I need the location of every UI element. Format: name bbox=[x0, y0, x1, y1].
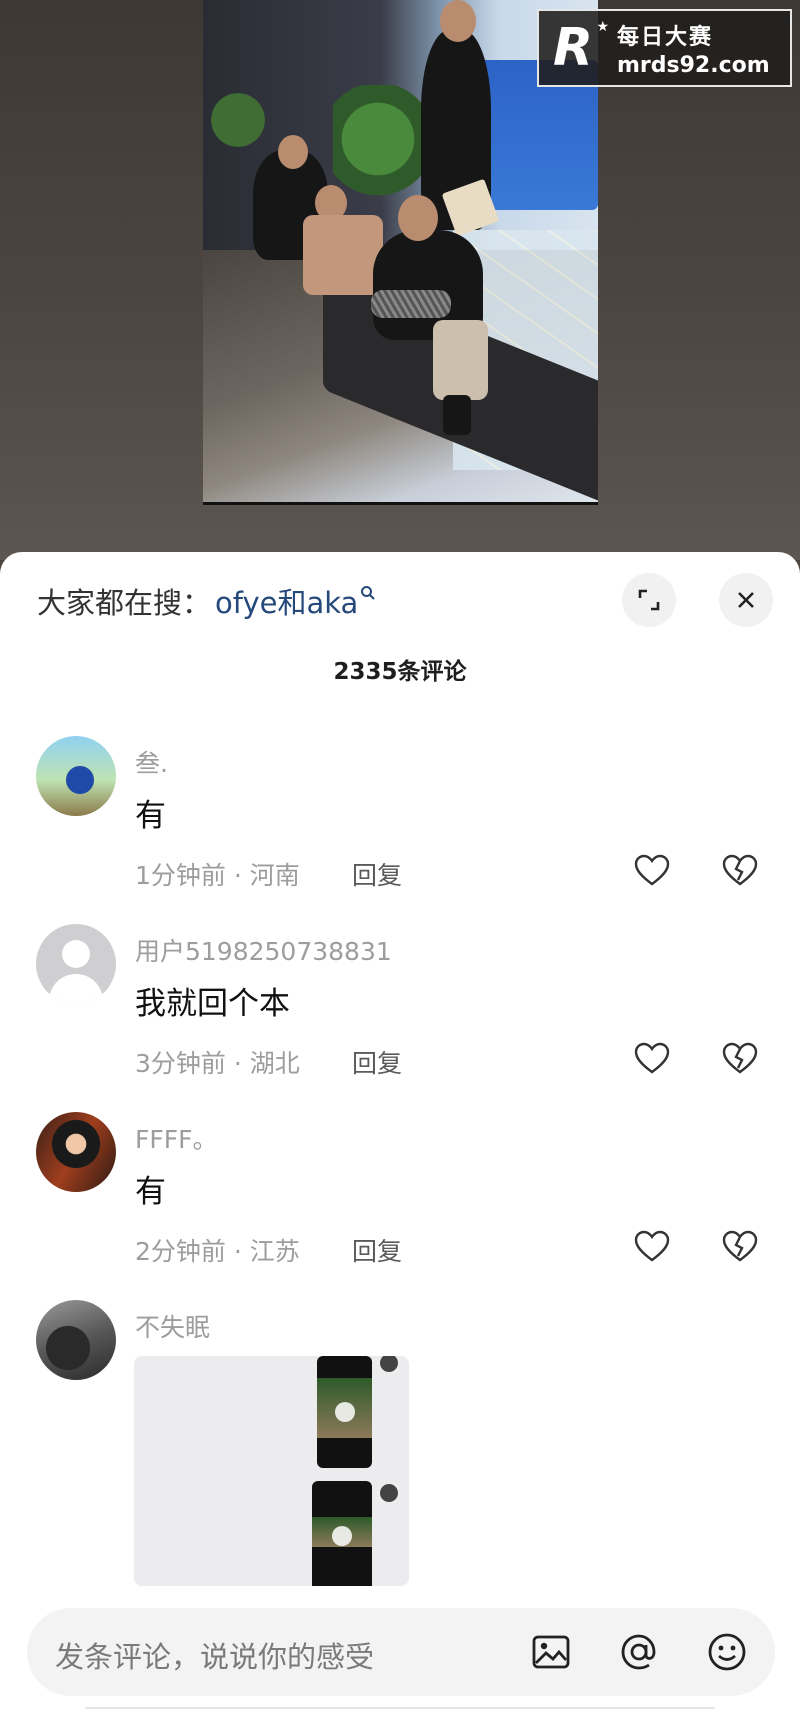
broken-heart-icon[interactable] bbox=[721, 1228, 759, 1266]
comment-input-bar[interactable]: 发条评论，说说你的感受 bbox=[27, 1608, 775, 1696]
photo-person-shoe bbox=[443, 395, 471, 435]
avatar[interactable] bbox=[36, 1112, 116, 1192]
watermark-url: mrds92.com bbox=[617, 52, 770, 78]
photo-person-head bbox=[398, 195, 438, 241]
comment-count: 2335条评论 bbox=[333, 659, 467, 685]
comment-time-location: 3分钟前 · 湖北 bbox=[135, 1049, 300, 1078]
watermark-logo: R ★ bbox=[553, 18, 609, 78]
photo-plant bbox=[333, 85, 423, 205]
comment-time-location: 2分钟前 · 江苏 bbox=[135, 1237, 300, 1266]
comment-username[interactable]: FFFF。 bbox=[135, 1120, 218, 1156]
bottom-divider bbox=[85, 1707, 715, 1715]
avatar[interactable] bbox=[36, 736, 116, 816]
heart-icon[interactable] bbox=[633, 852, 671, 890]
broken-heart-icon[interactable] bbox=[721, 1040, 759, 1078]
comment-time-location: 1分钟前 · 河南 bbox=[135, 861, 300, 890]
comment-text: 我就回个本 bbox=[135, 986, 290, 1022]
comment-text: 有 bbox=[135, 1174, 166, 1210]
search-icon bbox=[360, 585, 376, 606]
image-icon[interactable] bbox=[529, 1630, 573, 1674]
watermark-brand: 每日大赛 bbox=[617, 24, 714, 50]
avatar[interactable] bbox=[36, 924, 116, 1004]
mini-avatar bbox=[378, 1482, 400, 1504]
emoji-icon[interactable] bbox=[705, 1630, 749, 1674]
photo-person-head bbox=[278, 135, 308, 169]
comment-image[interactable] bbox=[134, 1356, 409, 1586]
comment-text: 有 bbox=[135, 798, 166, 834]
reply-button[interactable]: 回复 bbox=[352, 856, 402, 892]
photo-person-legs bbox=[433, 320, 488, 400]
at-icon[interactable] bbox=[617, 1630, 661, 1674]
photo-tattoo-arm bbox=[371, 290, 451, 318]
close-button[interactable] bbox=[719, 573, 773, 627]
comment-input[interactable]: 发条评论，说说你的感受 bbox=[55, 1634, 374, 1676]
comment-username[interactable]: 叁. bbox=[135, 744, 168, 780]
avatar[interactable] bbox=[36, 1300, 116, 1380]
hot-search[interactable]: 大家都在搜： ofye和aka bbox=[37, 580, 376, 622]
reply-button[interactable]: 回复 bbox=[352, 1044, 402, 1080]
comment-username[interactable]: 用户5198250738831 bbox=[135, 932, 392, 968]
hot-search-label: 大家都在搜： bbox=[37, 586, 212, 620]
heart-icon[interactable] bbox=[633, 1228, 671, 1266]
reply-button[interactable]: 回复 bbox=[352, 1232, 402, 1268]
watermark: R ★ 每日大赛 mrds92.com bbox=[537, 9, 792, 87]
expand-button[interactable] bbox=[622, 573, 676, 627]
photo-person-body bbox=[303, 215, 383, 295]
video-thumbnail[interactable] bbox=[312, 1481, 372, 1586]
play-icon bbox=[332, 1526, 352, 1546]
close-icon bbox=[738, 592, 754, 608]
mini-avatar bbox=[378, 1356, 400, 1374]
video-thumbnail[interactable] bbox=[317, 1356, 372, 1468]
hot-search-keyword[interactable]: ofye和aka bbox=[215, 580, 358, 622]
comment-username[interactable]: 不失眠 bbox=[135, 1308, 210, 1344]
photo-plant bbox=[203, 80, 273, 160]
expand-icon bbox=[638, 589, 660, 611]
heart-icon[interactable] bbox=[633, 1040, 671, 1078]
comment-sheet: 大家都在搜： ofye和aka 2335条评论 叁. 有 1分钟前 · 河南 回… bbox=[0, 552, 800, 1715]
photo-person-head bbox=[440, 0, 476, 42]
play-icon bbox=[334, 1402, 355, 1422]
broken-heart-icon[interactable] bbox=[721, 852, 759, 890]
